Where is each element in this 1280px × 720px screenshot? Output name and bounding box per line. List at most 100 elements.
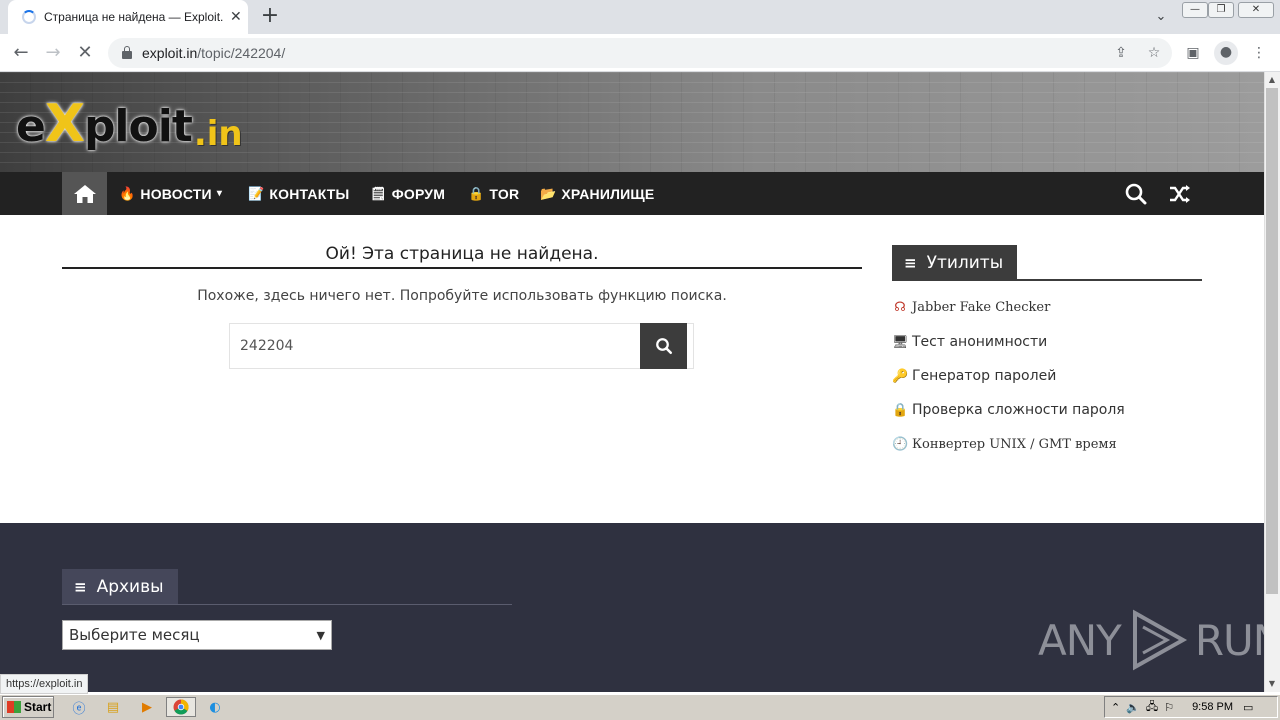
chevron-down-icon: ▾	[216, 188, 223, 199]
util-link-time-converter[interactable]: 🕘 Конвертер UNIX / GMT время	[892, 433, 1117, 455]
nav-item-tor[interactable]: 🔒 TOR	[468, 172, 519, 215]
site-logo[interactable]: eXploit .in	[16, 94, 243, 154]
nav-item-contacts[interactable]: 📝 КОНТАКТЫ	[248, 172, 349, 215]
search-button[interactable]	[640, 323, 687, 369]
tab-close-icon[interactable]: ✕	[230, 9, 242, 25]
tab-title: Страница не найдена — Exploit.IN	[44, 10, 224, 24]
url-path: /topic/242204/	[197, 45, 286, 61]
menu-icon: ≡	[74, 577, 87, 596]
nav-item-label: НОВОСТИ	[140, 185, 212, 202]
play-logo-icon	[1132, 609, 1187, 671]
anyrun-watermark: ANY RUN	[1038, 606, 1264, 674]
nav-item-forum[interactable]: 🗒 ФОРУМ	[370, 172, 445, 215]
site-banner: eXploit .in	[0, 72, 1264, 172]
home-icon	[73, 184, 96, 203]
search-icon	[655, 338, 672, 355]
bookmark-star-icon[interactable]: ☆	[1143, 42, 1165, 64]
media-player-icon[interactable]: ▶	[136, 697, 158, 717]
fire-icon: 🔥	[119, 185, 136, 201]
lock-icon[interactable]	[122, 46, 132, 59]
search-input[interactable]	[230, 324, 640, 368]
nav-search-icon[interactable]	[1124, 182, 1148, 206]
util-link-jabber[interactable]: ☊ Jabber Fake Checker	[892, 296, 1050, 318]
shuffle-icon[interactable]	[1168, 182, 1192, 206]
watermark-left: ANY	[1038, 615, 1122, 665]
profile-avatar-icon[interactable]: ●	[1214, 41, 1238, 65]
start-button[interactable]: Start	[2, 696, 54, 718]
show-desktop-icon[interactable]: ▭	[1243, 701, 1253, 714]
close-window-button[interactable]: ✕	[1238, 2, 1274, 18]
minimize-button[interactable]: —	[1182, 2, 1208, 18]
status-url-bubble: https://exploit.in	[0, 674, 89, 694]
notepad-icon: 🗒	[370, 185, 387, 201]
web-page: eXploit .in 🔥 НОВОСТИ ▾ 📝 КОНТАКТЫ 🗒 ФОРУМ 🔒 T…	[0, 72, 1264, 692]
utilities-heading: ≡ Утилиты	[892, 245, 1018, 280]
padlock-icon: 🔒	[892, 402, 909, 418]
scroll-up-icon[interactable]: ▲	[1264, 72, 1280, 88]
action-center-flag-icon[interactable]: ⚐	[1164, 701, 1174, 714]
url-host: exploit.in	[142, 45, 198, 61]
logo-x: X	[44, 94, 85, 154]
clock-icon: 🕘	[892, 436, 909, 452]
new-tab-button[interactable]: +	[258, 4, 282, 28]
stop-loading-icon[interactable]: ✕	[72, 40, 98, 66]
nav-home-button[interactable]	[62, 172, 107, 215]
start-label: Start	[24, 700, 52, 714]
nav-item-news[interactable]: 🔥 НОВОСТИ ▾	[119, 172, 222, 215]
restore-button[interactable]: ❐	[1208, 2, 1234, 18]
back-icon[interactable]: ←	[8, 40, 34, 66]
divider	[62, 267, 862, 269]
nav-item-label: ФОРУМ	[391, 185, 446, 202]
divider	[892, 279, 1202, 281]
volume-icon[interactable]: 🔈	[1126, 701, 1140, 714]
memo-icon: 📝	[248, 185, 265, 201]
folder-icon: 📂	[540, 185, 557, 201]
system-tray: ⌃ 🔈 🖧 ⚐ 9:58 PM ▭	[1104, 696, 1278, 718]
clock[interactable]: 9:58 PM	[1192, 701, 1233, 713]
side-panel-icon[interactable]: ▣	[1182, 42, 1204, 64]
util-label: Генератор паролей	[912, 368, 1057, 384]
windows-logo-icon	[7, 701, 21, 713]
select-value: Выберите месяц	[69, 626, 200, 644]
logo-prefix: e	[16, 101, 46, 152]
ie-icon[interactable]: ⓔ	[68, 697, 90, 717]
share-icon[interactable]: ⇪	[1110, 42, 1132, 64]
nav-item-storage[interactable]: 📂 ХРАНИЛИЩЕ	[540, 172, 654, 215]
nav-item-label: ХРАНИЛИЩЕ	[561, 185, 655, 202]
ear-icon: ☊	[894, 299, 906, 315]
browser-tab[interactable]: Страница не найдена — Exploit.IN ✕	[8, 0, 248, 34]
util-link-password-gen[interactable]: 🔑 Генератор паролей	[892, 365, 1056, 387]
lock-icon: 🔒	[468, 185, 485, 201]
forward-icon[interactable]: →	[40, 40, 66, 66]
chrome-icon	[173, 699, 189, 715]
util-label: Jabber Fake Checker	[912, 299, 1051, 315]
widget-title: Утилиты	[926, 252, 1004, 273]
logo-mid: ploit	[83, 101, 193, 152]
logo-suffix: .in	[193, 114, 243, 154]
util-link-password-check[interactable]: 🔒 Проверка сложности пароля	[892, 399, 1125, 421]
explorer-folder-icon[interactable]: ▤	[102, 697, 124, 717]
notfound-message: Похоже, здесь ничего нет. Попробуйте исп…	[197, 288, 727, 304]
scrollbar-thumb[interactable]	[1266, 88, 1278, 594]
util-label: Конвертер UNIX / GMT время	[912, 436, 1117, 452]
address-bar[interactable]: exploit.in/topic/242204/	[108, 38, 1172, 68]
util-label: Тест анонимности	[912, 334, 1048, 350]
menu-kebab-icon[interactable]: ⋮	[1248, 42, 1270, 64]
archives-heading: ≡ Архивы	[62, 569, 178, 604]
widget-title: Архивы	[96, 576, 164, 597]
tray-expand-icon[interactable]: ⌃	[1111, 701, 1120, 714]
watermark-right: RUN	[1194, 615, 1264, 665]
page-title: Ой! Эта страница не найдена.	[325, 244, 599, 264]
menu-icon: ≡	[904, 253, 917, 272]
network-icon[interactable]: 🖧	[1146, 698, 1158, 717]
ip-icon: 🖥	[892, 334, 909, 350]
scroll-down-icon[interactable]: ▼	[1264, 676, 1280, 692]
chevron-down-icon: ▼	[316, 628, 325, 642]
archive-month-select[interactable]: Выберите месяц ▼	[62, 620, 332, 650]
chrome-taskbar-button[interactable]	[166, 697, 196, 717]
util-label: Проверка сложности пароля	[912, 402, 1125, 418]
util-link-anonymity[interactable]: 🖥 Тест анонимности	[892, 331, 1047, 353]
tab-search-icon[interactable]: ⌄	[1150, 6, 1172, 28]
edge-icon[interactable]: ◐	[204, 697, 226, 717]
divider	[62, 604, 512, 605]
